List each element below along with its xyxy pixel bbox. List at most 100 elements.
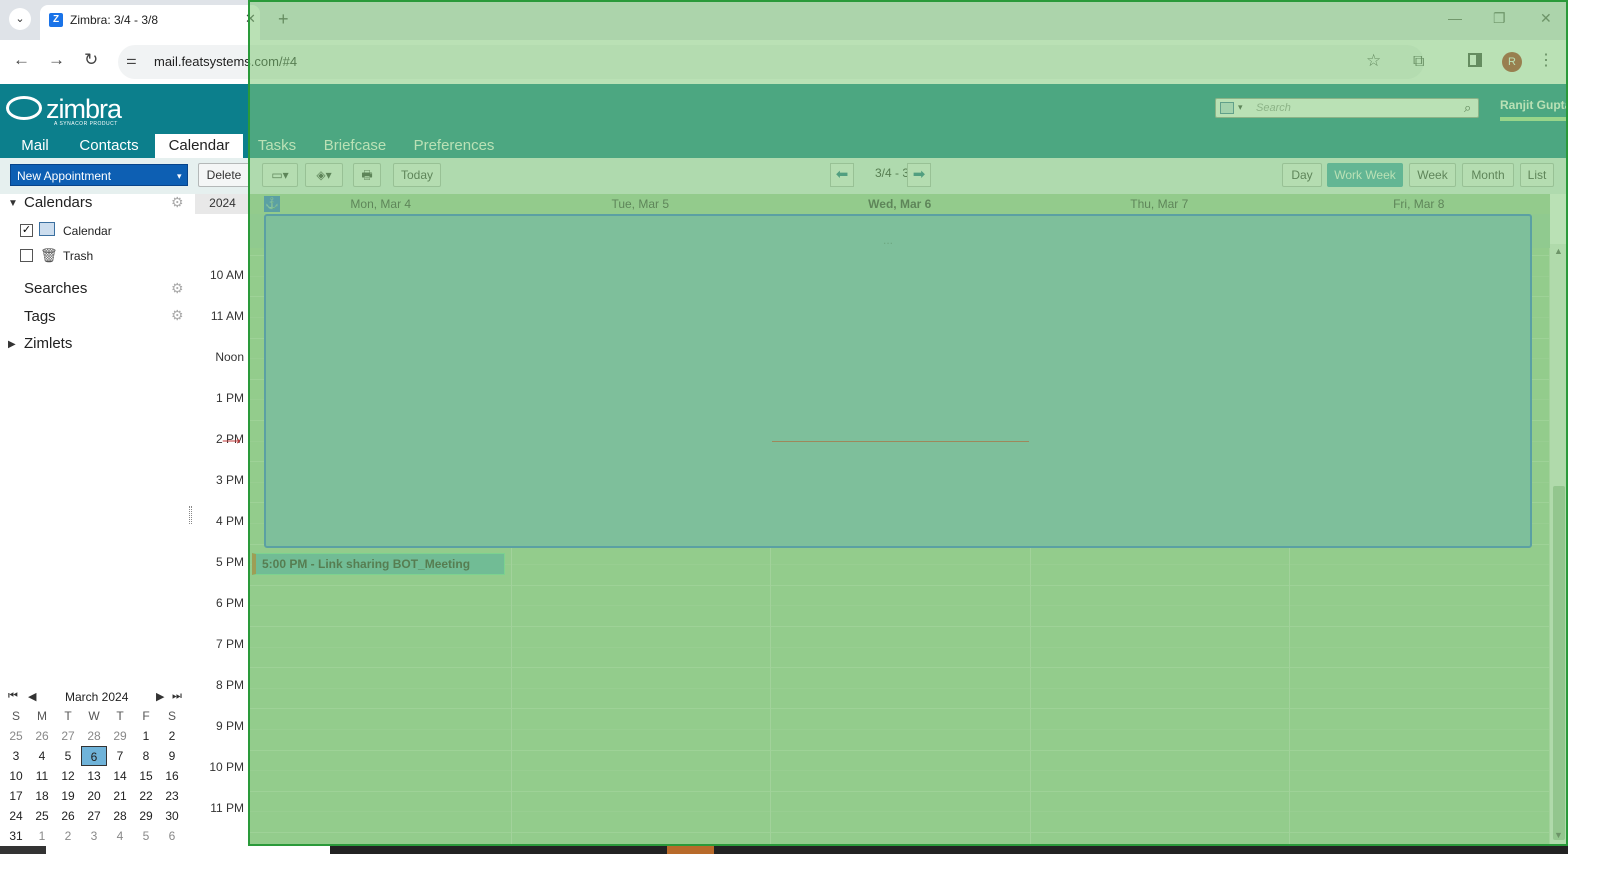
- new-tab-button[interactable]: +: [278, 9, 289, 30]
- mini-calendar-day[interactable]: 12: [55, 766, 81, 786]
- mini-calendar-day[interactable]: 30: [159, 806, 185, 826]
- tag-icon[interactable]: ◈▾: [305, 163, 343, 187]
- mini-calendar-day[interactable]: 1: [133, 726, 159, 746]
- window-close-button[interactable]: ✕: [1540, 10, 1552, 27]
- site-info-icon[interactable]: ⚌: [126, 53, 137, 67]
- print-icon[interactable]: 🖶: [353, 163, 381, 187]
- mini-calendar-day[interactable]: 27: [55, 726, 81, 746]
- anchor-icon[interactable]: ⚓: [264, 196, 280, 212]
- mini-calendar-day[interactable]: 2: [159, 726, 185, 746]
- browser-tab[interactable]: Z Zimbra: 3/4 - 3/8 ✕: [40, 5, 260, 40]
- today-button[interactable]: Today: [393, 163, 441, 187]
- day-header[interactable]: Mon, Mar 4: [251, 197, 511, 211]
- calendars-header[interactable]: Calendars: [24, 194, 92, 211]
- mini-calendar-day[interactable]: 6: [81, 746, 107, 766]
- mini-calendar-day[interactable]: 29: [133, 806, 159, 826]
- view-day-button[interactable]: Day: [1282, 163, 1322, 187]
- mini-calendar-day[interactable]: 4: [107, 826, 133, 846]
- scroll-down-icon[interactable]: ▼: [1554, 830, 1563, 840]
- gear-icon[interactable]: ⚙: [171, 280, 184, 297]
- gear-icon[interactable]: ⚙: [171, 194, 184, 211]
- mini-calendar-day[interactable]: 25: [29, 806, 55, 826]
- profile-avatar[interactable]: R: [1502, 52, 1522, 72]
- mini-calendar-day[interactable]: 1: [29, 826, 55, 846]
- mini-calendar-day[interactable]: 25: [3, 726, 29, 746]
- mini-calendar-day[interactable]: 7: [107, 746, 133, 766]
- next-year-icon[interactable]: ⏭: [172, 690, 182, 703]
- sidebar-item-trash[interactable]: Trash: [63, 249, 93, 263]
- bookmark-star-icon[interactable]: ☆: [1366, 51, 1381, 71]
- tab-contacts[interactable]: Contacts: [70, 134, 148, 158]
- sidebar-item-calendar[interactable]: Calendar: [63, 224, 112, 238]
- mini-calendar-day[interactable]: 20: [81, 786, 107, 806]
- mini-calendar-day[interactable]: 27: [81, 806, 107, 826]
- mini-calendar-day[interactable]: 2: [55, 826, 81, 846]
- view-list-button[interactable]: List: [1520, 163, 1554, 187]
- appointment[interactable]: 5:00 PM - Link sharing BOT_Meeting: [252, 553, 505, 575]
- calendar-search-type-icon[interactable]: [1220, 102, 1234, 114]
- back-icon[interactable]: ←: [13, 50, 30, 70]
- previous-week-icon[interactable]: ⬅: [830, 163, 854, 187]
- scrollbar-thumb[interactable]: [1553, 486, 1565, 840]
- collapse-arrow-icon[interactable]: ▼: [8, 198, 18, 209]
- mini-calendar-day[interactable]: 23: [159, 786, 185, 806]
- reload-icon[interactable]: ↻: [84, 50, 98, 70]
- minimize-button[interactable]: —: [1448, 10, 1462, 26]
- tab-briefcase[interactable]: Briefcase: [318, 134, 392, 158]
- search-icon[interactable]: ⌕: [1464, 100, 1471, 116]
- searches-header[interactable]: Searches: [24, 280, 87, 297]
- new-appointment-button[interactable]: New Appointment ▾: [10, 164, 188, 186]
- delete-button[interactable]: Delete: [198, 163, 250, 187]
- view-week-button[interactable]: Week: [1409, 163, 1456, 187]
- browser-menu-icon[interactable]: ⋮: [1538, 50, 1554, 70]
- day-header[interactable]: Tue, Mar 5: [511, 197, 771, 211]
- tab-calendar[interactable]: Calendar: [155, 134, 243, 158]
- mini-calendar-day[interactable]: 31: [3, 826, 29, 846]
- mini-calendar-day[interactable]: 19: [55, 786, 81, 806]
- mini-calendar-day[interactable]: 6: [159, 826, 185, 846]
- previous-month-icon[interactable]: ◀: [28, 690, 36, 703]
- mini-calendar-day[interactable]: 5: [133, 826, 159, 846]
- zimbra-logo[interactable]: zimbra A SYNACOR PRODUCT: [6, 91, 126, 127]
- mini-calendar-day[interactable]: 9: [159, 746, 185, 766]
- forward-icon[interactable]: →: [48, 50, 65, 70]
- expand-arrow-icon[interactable]: ▶: [8, 339, 16, 350]
- day-header[interactable]: Fri, Mar 8: [1289, 197, 1549, 211]
- time-selection-region[interactable]: [264, 214, 1532, 548]
- next-month-icon[interactable]: ▶: [156, 690, 164, 703]
- mini-calendar-day[interactable]: 11: [29, 766, 55, 786]
- url-field[interactable]: ⚌ mail.featsystems.com/#4 ☆: [118, 45, 1424, 79]
- mini-calendar-day[interactable]: 13: [81, 766, 107, 786]
- mini-calendar-day[interactable]: 4: [29, 746, 55, 766]
- day-header[interactable]: Wed, Mar 6: [770, 197, 1030, 211]
- mini-calendar-day[interactable]: 3: [3, 746, 29, 766]
- zimlets-header[interactable]: Zimlets: [24, 335, 72, 352]
- user-name-menu[interactable]: Ranjit Gupta: [1500, 98, 1571, 112]
- mini-calendar-day[interactable]: 5: [55, 746, 81, 766]
- mini-calendar-day[interactable]: 8: [133, 746, 159, 766]
- tab-preferences[interactable]: Preferences: [408, 134, 500, 158]
- chevron-down-icon[interactable]: ▾: [1238, 102, 1243, 113]
- mini-calendar-day[interactable]: 28: [107, 806, 133, 826]
- move-folder-icon[interactable]: ▭▾: [262, 163, 298, 187]
- tab-mail[interactable]: Mail: [10, 134, 60, 158]
- side-panel-icon[interactable]: [1468, 53, 1482, 67]
- tab-search-dropdown[interactable]: ⌄: [9, 8, 31, 30]
- tags-header[interactable]: Tags: [24, 308, 56, 325]
- next-week-icon[interactable]: ➡: [907, 163, 931, 187]
- mini-calendar-day[interactable]: 21: [107, 786, 133, 806]
- mini-calendar-day[interactable]: 29: [107, 726, 133, 746]
- tab-tasks[interactable]: Tasks: [252, 134, 302, 158]
- calendar-checkbox[interactable]: ✓: [20, 224, 33, 237]
- view-month-button[interactable]: Month: [1462, 163, 1514, 187]
- mini-calendar-day[interactable]: 14: [107, 766, 133, 786]
- search-box[interactable]: ▾ Search ⌕: [1215, 98, 1479, 118]
- mini-calendar-day[interactable]: 28: [81, 726, 107, 746]
- previous-year-icon[interactable]: ⏮: [8, 690, 18, 703]
- gear-icon[interactable]: ⚙: [171, 307, 184, 324]
- mini-calendar-day[interactable]: 24: [3, 806, 29, 826]
- mini-calendar-day[interactable]: 18: [29, 786, 55, 806]
- scroll-up-icon[interactable]: ▲: [1554, 246, 1563, 256]
- trash-checkbox[interactable]: [20, 249, 33, 262]
- mini-calendar-day[interactable]: 17: [3, 786, 29, 806]
